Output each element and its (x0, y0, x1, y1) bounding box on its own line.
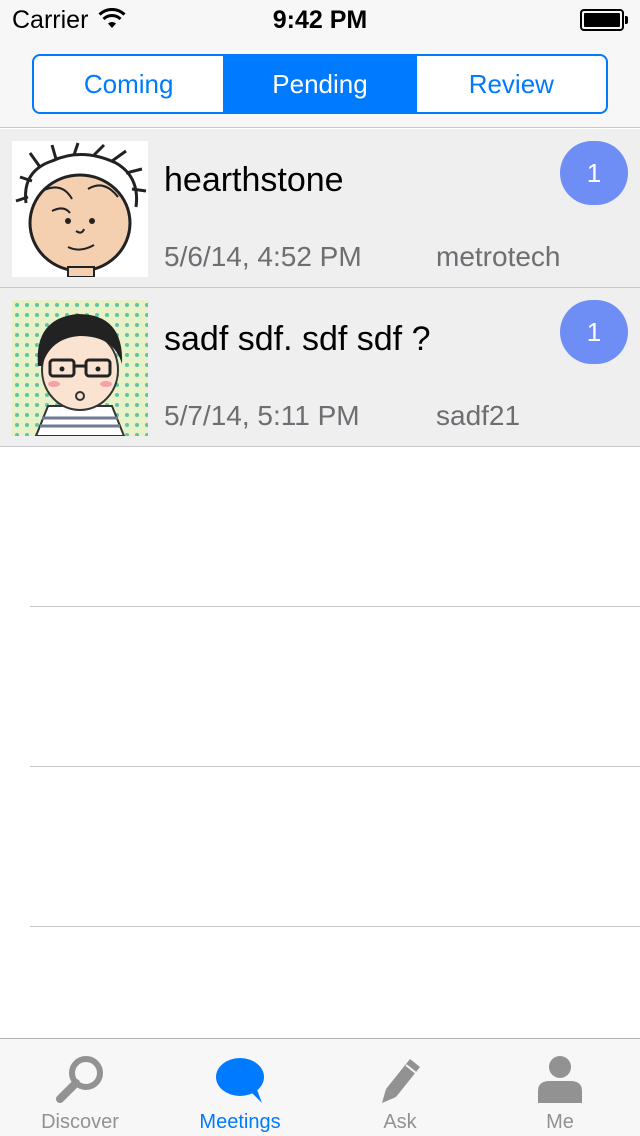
segment-coming[interactable]: Coming (34, 56, 226, 112)
empty-row (0, 767, 640, 927)
person-icon (538, 1056, 582, 1103)
meeting-user: sadf21 (436, 400, 521, 431)
tab-discover[interactable]: Discover (0, 1039, 160, 1136)
meeting-date: 5/7/14, 5:11 PM (164, 400, 360, 431)
tab-label: Me (546, 1111, 574, 1133)
cartoon-boy-avatar (12, 141, 148, 277)
cartoon-glasses-avatar (12, 300, 148, 436)
unread-badge: 1 (560, 141, 628, 205)
tab-ask[interactable]: Ask (320, 1039, 480, 1136)
meeting-date: 5/6/14, 4:52 PM (164, 241, 362, 272)
tab-label: Meetings (199, 1111, 281, 1133)
tab-bar: Discover Meetings Ask Me (0, 1038, 640, 1136)
segment-review[interactable]: Review (417, 56, 606, 112)
meeting-user: metrotech (436, 241, 561, 272)
empty-row (0, 447, 640, 607)
meeting-title: hearthstone (164, 161, 344, 199)
unread-badge: 1 (560, 300, 628, 364)
battery-icon (580, 9, 628, 31)
tab-label: Discover (41, 1111, 119, 1133)
meeting-list: hearthstone 5/6/14, 4:52 PM metrotech 1 (0, 129, 640, 447)
navigation-header: Carrier 9:42 PM Coming Pending Review (0, 0, 640, 128)
row-divider (30, 926, 640, 927)
segment-pending[interactable]: Pending (225, 56, 417, 112)
meeting-title: sadf sdf. sdf sdf ? (164, 320, 431, 358)
chat-bubble-icon (216, 1058, 264, 1103)
pencil-icon (382, 1059, 420, 1103)
magnifier-icon (56, 1056, 103, 1103)
empty-list-area (0, 447, 640, 927)
tab-label: Ask (383, 1111, 417, 1133)
tab-meetings[interactable]: Meetings (160, 1039, 320, 1136)
meeting-row[interactable]: hearthstone 5/6/14, 4:52 PM metrotech 1 (0, 129, 640, 288)
tab-me[interactable]: Me (480, 1039, 640, 1136)
segmented-control: Coming Pending Review (32, 54, 608, 114)
meeting-row[interactable]: sadf sdf. sdf sdf ? 5/7/14, 5:11 PM sadf… (0, 288, 640, 447)
clock: 9:42 PM (272, 6, 368, 34)
empty-row (0, 607, 640, 767)
status-bar: Carrier 9:42 PM (0, 0, 640, 40)
